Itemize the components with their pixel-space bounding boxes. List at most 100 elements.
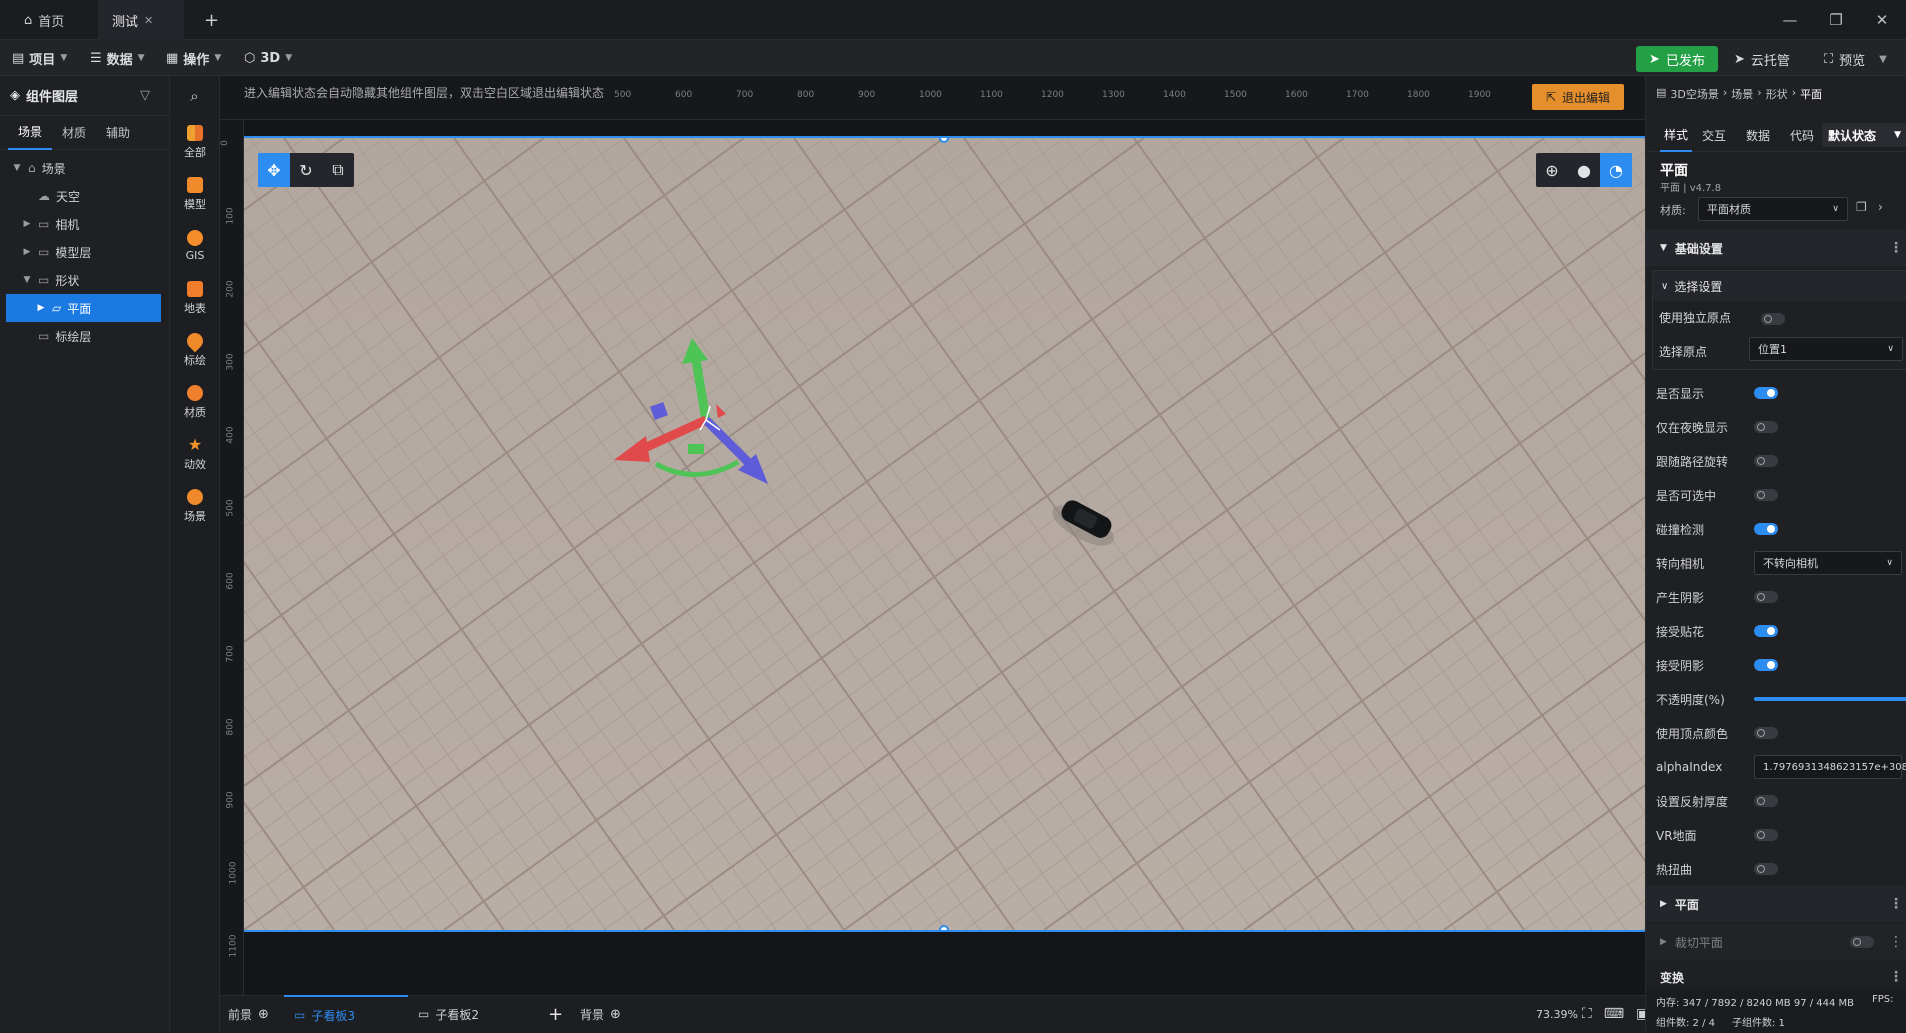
alpha-index-input[interactable]: 1.7976931348623157e+308 — [1754, 755, 1906, 779]
tree-item-scene[interactable]: ▼ ⌂ 场景 — [0, 154, 169, 182]
menu-operation[interactable]: ▦ 操作 ▼ — [166, 40, 221, 76]
add-circle-icon[interactable]: ⊕ — [258, 1007, 269, 1022]
breadcrumb-item[interactable]: 平面 — [1800, 86, 1822, 102]
property-select[interactable]: 不转向相机 ∨ — [1754, 551, 1902, 575]
add-circle-icon[interactable]: ⊕ — [610, 1007, 621, 1022]
tree-item-label: 模型层 — [55, 245, 92, 260]
clip-plane-toggle[interactable] — [1850, 936, 1874, 948]
category-scene[interactable]: 场景 — [170, 480, 220, 532]
section-plane[interactable]: ▶ 平面 ⋮ — [1646, 886, 1906, 922]
property-toggle[interactable] — [1754, 795, 1778, 807]
caret-right-icon[interactable]: ▶ — [22, 219, 32, 229]
menu-project[interactable]: ▤ 项目 ▼ — [12, 40, 67, 76]
resize-handle[interactable] — [939, 925, 949, 930]
property-toggle[interactable] — [1754, 455, 1778, 467]
zoom-level[interactable]: 73.39% — [1536, 995, 1578, 1033]
fit-screen-icon[interactable]: ⛶ — [1582, 1006, 1592, 1022]
tree-item-label: 标绘层 — [55, 329, 92, 344]
caret-right-icon[interactable]: ▶ — [22, 247, 32, 257]
property-toggle[interactable] — [1754, 727, 1778, 739]
breadcrumb-item[interactable]: 3D空场景 — [1670, 86, 1718, 102]
tab-code[interactable]: 代码 — [1790, 118, 1814, 152]
more-icon[interactable]: ⋮ — [1889, 934, 1903, 950]
add-board-button[interactable]: + — [548, 995, 563, 1033]
tab-home[interactable]: ⌂ 首页 — [10, 0, 80, 40]
tab-data[interactable]: 数据 — [1746, 118, 1770, 152]
rotate-tool[interactable]: ↻ — [290, 153, 322, 187]
property-toggle[interactable] — [1754, 523, 1778, 535]
caret-down-icon[interactable]: ▼ — [22, 275, 32, 285]
property-toggle[interactable] — [1754, 659, 1778, 671]
3d-viewport[interactable] — [244, 136, 1645, 932]
cloud-hosting-button[interactable]: ➤ 云托管 — [1734, 46, 1790, 72]
board-tab-2[interactable]: ▭ 子看板2 — [418, 995, 518, 1033]
minimize-button[interactable]: — — [1767, 0, 1813, 40]
tab-interaction[interactable]: 交互 — [1702, 118, 1726, 152]
tree-item-sky[interactable]: ☁ 天空 — [0, 182, 169, 210]
section-clip-plane[interactable]: ▶ 裁切平面 ⋮ — [1646, 924, 1906, 960]
material-select[interactable]: 平面材质 ∨ — [1698, 197, 1848, 221]
property-toggle[interactable] — [1754, 387, 1778, 399]
more-icon[interactable]: ⋮ — [1889, 240, 1903, 256]
tree-item-camera[interactable]: ▶ ▭ 相机 — [0, 210, 169, 238]
state-select[interactable]: 默认状态 ▼ — [1822, 123, 1906, 147]
tab-material[interactable]: 材质 — [52, 116, 96, 150]
board-tab-3[interactable]: ▭ 子看板3 — [284, 995, 408, 1033]
exit-edit-button[interactable]: ⇱ 退出编辑 — [1532, 84, 1624, 110]
use-origin-toggle[interactable] — [1761, 313, 1785, 325]
close-icon[interactable]: ✕ — [144, 14, 153, 27]
wireframe-mode[interactable]: ⊕ — [1536, 153, 1568, 187]
category-effect[interactable]: ★ 动效 — [170, 428, 220, 480]
more-icon[interactable]: ⋮ — [1889, 896, 1903, 912]
property-toggle[interactable] — [1754, 863, 1778, 875]
chevron-down-icon[interactable]: ▼ — [1879, 54, 1887, 65]
category-plot[interactable]: 标绘 — [170, 324, 220, 376]
category-model[interactable]: 模型 — [170, 168, 220, 220]
property-toggle[interactable] — [1754, 625, 1778, 637]
opacity-slider[interactable] — [1754, 697, 1906, 701]
caret-right-icon[interactable]: ▶ — [36, 303, 46, 313]
category-all[interactable]: 全部 — [170, 116, 220, 168]
close-window-button[interactable]: ✕ — [1859, 0, 1905, 40]
move-tool[interactable]: ✥ — [258, 153, 290, 187]
section-basic-settings[interactable]: ▼ 基础设置 ⋮ — [1646, 230, 1906, 266]
property-toggle[interactable] — [1754, 489, 1778, 501]
solid-mode[interactable]: ● — [1568, 153, 1600, 187]
category-gis[interactable]: GIS — [170, 220, 220, 272]
copy-icon[interactable]: ❐ — [1856, 200, 1867, 214]
foreground-tab[interactable]: 前景 ⊕ — [228, 995, 269, 1033]
select-origin-select[interactable]: 位置1 ∨ — [1749, 337, 1903, 361]
restore-button[interactable]: ❐ — [1813, 0, 1859, 40]
new-tab-button[interactable]: + — [190, 0, 220, 40]
tab-scene[interactable]: 场景 — [8, 116, 53, 150]
tree-item-model-layer[interactable]: ▶ ▭ 模型层 — [0, 238, 169, 266]
publish-button[interactable]: ➤ 已发布 — [1636, 46, 1718, 72]
breadcrumb-item[interactable]: 场景 — [1731, 86, 1753, 102]
category-material[interactable]: 材质 — [170, 376, 220, 428]
keyboard-icon[interactable]: ⌨ — [1604, 1006, 1624, 1022]
tree-item-plane[interactable]: ▶ ▱ 平面 — [6, 294, 161, 322]
caret-down-icon[interactable]: ▼ — [12, 163, 22, 173]
breadcrumb-item[interactable]: 形状 — [1766, 86, 1788, 102]
section-selection-settings[interactable]: ∨ 选择设置 — [1653, 271, 1906, 301]
more-icon[interactable]: ⋮ — [1889, 969, 1903, 985]
menu-3d[interactable]: ⬡ 3D ▼ — [244, 40, 292, 76]
tree-item-plot-layer[interactable]: ▭ 标绘层 — [0, 322, 169, 350]
tab-test[interactable]: 测试 ✕ — [98, 0, 184, 40]
preview-button[interactable]: ⛶ 预览 ▼ — [1824, 46, 1887, 72]
scale-tool[interactable]: ⧉ — [322, 153, 354, 187]
chevron-right-icon[interactable]: › — [1878, 200, 1883, 214]
property-toggle[interactable] — [1754, 421, 1778, 433]
tab-style[interactable]: 样式 — [1660, 118, 1693, 152]
property-toggle[interactable] — [1754, 829, 1778, 841]
search-icon[interactable]: ⌕ — [170, 76, 219, 116]
property-toggle[interactable] — [1754, 591, 1778, 603]
menu-data[interactable]: ☰ 数据 ▼ — [90, 40, 145, 76]
tree-item-shape[interactable]: ▼ ▭ 形状 — [0, 266, 169, 294]
tab-helper[interactable]: 辅助 — [96, 116, 140, 150]
resize-handle[interactable] — [939, 138, 949, 143]
category-terrain[interactable]: 地表 — [170, 272, 220, 324]
background-tab[interactable]: 背景 ⊕ — [580, 995, 621, 1033]
textured-mode[interactable]: ◔ — [1600, 153, 1632, 187]
filter-icon[interactable]: ▽ — [140, 88, 150, 103]
